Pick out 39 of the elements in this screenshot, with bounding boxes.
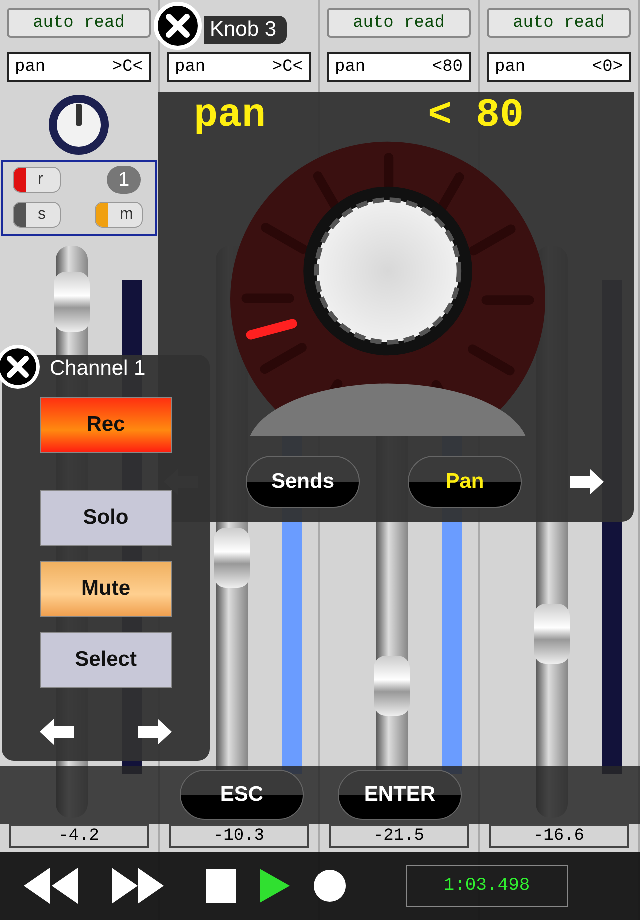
automation-field[interactable]: auto read — [327, 8, 471, 38]
popup-title: Knob 3 — [204, 16, 287, 44]
fader-thumb[interactable] — [534, 604, 570, 664]
automation-field[interactable]: auto read — [487, 8, 631, 38]
fader-thumb[interactable] — [374, 656, 410, 716]
channel-button[interactable]: Solo — [40, 490, 172, 546]
pan-display: pan >C< — [167, 52, 311, 82]
channel-number: 1 — [107, 166, 141, 194]
volume-display: -21.5 — [329, 824, 469, 848]
pan-display: pan <80 — [327, 52, 471, 82]
channel-toggle[interactable]: r — [13, 167, 61, 193]
pan-display: pan >C< — [7, 52, 151, 82]
channel-button[interactable]: Select — [40, 632, 172, 688]
volume-display: -16.6 — [489, 824, 629, 848]
mode-tab[interactable]: Sends — [246, 456, 360, 508]
pan-display: pan <0> — [487, 52, 631, 82]
key-button[interactable]: ESC — [180, 770, 304, 820]
automation-field[interactable]: auto read — [7, 8, 151, 38]
right-arrow-icon[interactable] — [570, 469, 604, 495]
time-display: 1:03.498 — [406, 865, 568, 907]
channel-button[interactable]: Rec — [40, 397, 172, 453]
left-arrow-icon[interactable] — [40, 719, 74, 745]
key-button[interactable]: ENTER — [338, 770, 462, 820]
record-icon[interactable] — [314, 870, 346, 902]
close-icon[interactable] — [0, 345, 40, 389]
mode-tab[interactable]: Pan — [408, 456, 522, 508]
channel-toggle[interactable]: s — [13, 202, 61, 228]
right-arrow-icon[interactable] — [138, 719, 172, 745]
volume-display: -4.2 — [9, 824, 149, 848]
parameter-name: pan — [194, 94, 266, 139]
close-icon[interactable] — [154, 2, 202, 50]
fader-thumb[interactable] — [54, 272, 90, 332]
channel-button[interactable]: Mute — [40, 561, 172, 617]
play-icon[interactable] — [260, 869, 290, 903]
volume-display: -10.3 — [169, 824, 309, 848]
channel-toggle[interactable]: m — [95, 202, 143, 228]
fader-thumb[interactable] — [214, 528, 250, 588]
popup-title: Channel 1 — [50, 357, 146, 381]
parameter-value: < 80 — [428, 94, 524, 139]
